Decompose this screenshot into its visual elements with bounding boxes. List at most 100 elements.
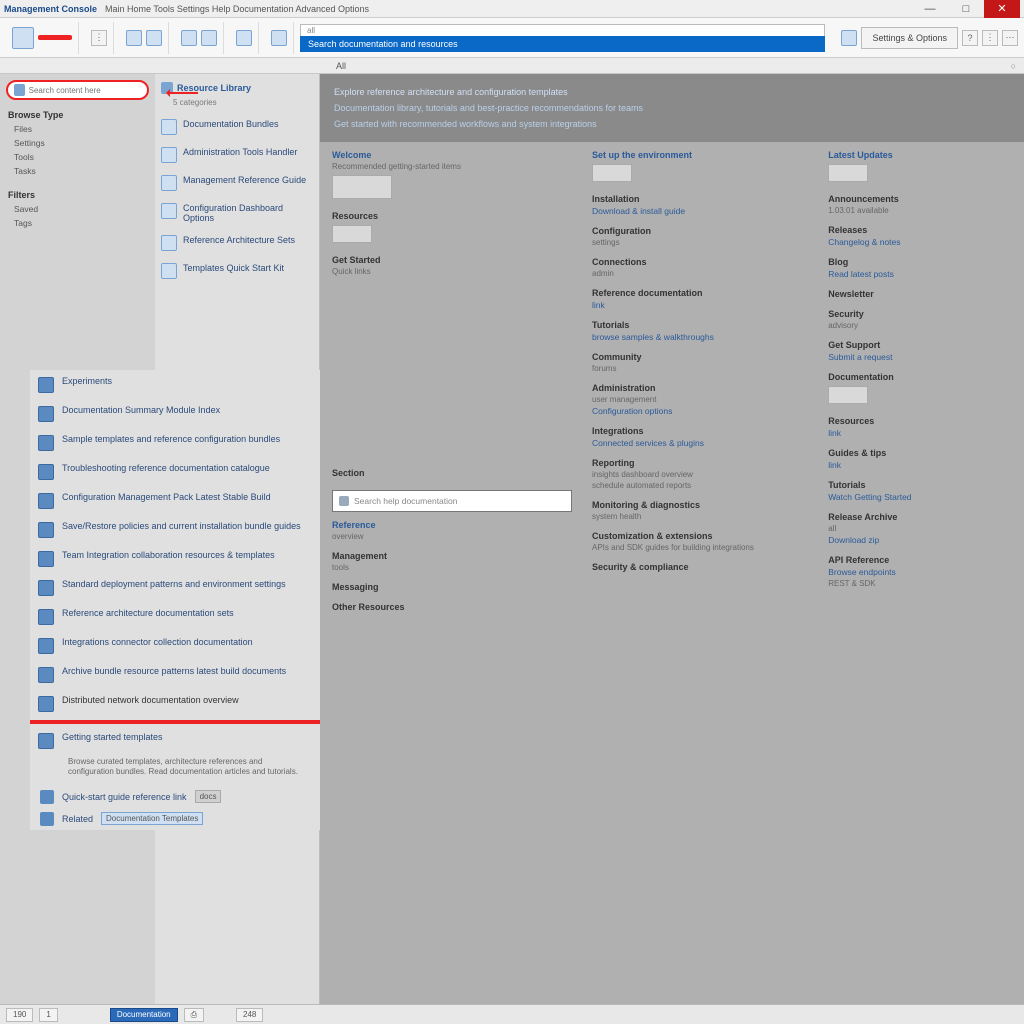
list-description: Browse curated templates, architecture r… bbox=[30, 755, 320, 786]
status-mode[interactable]: Documentation bbox=[110, 1008, 178, 1022]
link[interactable]: link bbox=[828, 460, 1012, 470]
thumbnail[interactable] bbox=[828, 386, 868, 404]
list-item[interactable]: Documentation Summary Module Index bbox=[30, 399, 320, 428]
search-selected-label[interactable]: Search documentation and resources bbox=[300, 36, 825, 52]
doc-icon bbox=[38, 580, 54, 596]
sidebar-search-annotated[interactable] bbox=[6, 80, 149, 100]
link[interactable]: Watch Getting Started bbox=[828, 492, 1012, 502]
col2-mon: Monitoring & diagnostics bbox=[592, 500, 808, 510]
list-item[interactable]: Distributed network documentation overvi… bbox=[30, 689, 320, 718]
col3-guides: Guides & tips bbox=[828, 448, 1012, 458]
tab-close-icon[interactable]: ○ bbox=[1011, 61, 1016, 71]
col2-config: Configuration bbox=[592, 226, 808, 236]
link[interactable]: link bbox=[592, 300, 808, 310]
list-item[interactable]: Standard deployment patterns and environ… bbox=[30, 573, 320, 602]
user-icon[interactable] bbox=[841, 30, 857, 46]
thumbnail[interactable] bbox=[332, 225, 372, 243]
sidebar-search-input[interactable] bbox=[29, 86, 141, 95]
minimize-button[interactable]: — bbox=[912, 0, 948, 18]
list-item[interactable]: Troubleshooting reference documentation … bbox=[30, 457, 320, 486]
doc-icon bbox=[38, 406, 54, 422]
lower-list-panel: Experiments Documentation Summary Module… bbox=[30, 370, 320, 830]
list-item[interactable]: Configuration Management Pack Latest Sta… bbox=[30, 486, 320, 515]
doc-icon bbox=[38, 493, 54, 509]
resource-item[interactable]: Management Reference Guide bbox=[155, 169, 319, 197]
grid-icon[interactable] bbox=[271, 30, 287, 46]
resource-item[interactable]: Reference Architecture Sets bbox=[155, 229, 319, 257]
overflow-button[interactable]: ⋯ bbox=[1002, 30, 1018, 46]
view-1-icon[interactable] bbox=[181, 30, 197, 46]
thumbnail[interactable] bbox=[332, 175, 392, 199]
nav-item[interactable]: Tasks bbox=[0, 164, 155, 178]
sub: insights dashboard overview bbox=[592, 470, 808, 479]
resource-item[interactable]: Administration Tools Handler bbox=[155, 141, 319, 169]
link[interactable]: browse samples & walkthroughs bbox=[592, 332, 808, 342]
section-hdr: Section bbox=[332, 468, 572, 478]
sub: settings bbox=[592, 238, 808, 247]
sub: schedule automated reports bbox=[592, 481, 808, 490]
list-item[interactable]: Archive bundle resource patterns latest … bbox=[30, 660, 320, 689]
link[interactable]: Download zip bbox=[828, 535, 1012, 545]
page-counter[interactable]: 190 bbox=[6, 1008, 33, 1022]
home-icon[interactable] bbox=[12, 27, 34, 49]
gear-icon bbox=[161, 203, 177, 219]
col3-updates: Latest Updates bbox=[828, 150, 1012, 160]
col3-res: Resources bbox=[828, 416, 1012, 426]
resource-item[interactable]: Templates Quick Start Kit bbox=[155, 257, 319, 285]
list-item[interactable]: Reference architecture documentation set… bbox=[30, 602, 320, 631]
nav-item[interactable]: Tools bbox=[0, 150, 155, 164]
list-item[interactable]: Team Integration collaboration resources… bbox=[30, 544, 320, 573]
layout-2-icon[interactable] bbox=[146, 30, 162, 46]
more-button[interactable]: ⋮ bbox=[982, 30, 998, 46]
nav-item[interactable]: Files bbox=[0, 122, 155, 136]
annotation-underline-icon bbox=[38, 35, 72, 40]
resource-item[interactable]: Configuration Dashboard Options bbox=[155, 197, 319, 229]
list-item[interactable]: Save/Restore policies and current instal… bbox=[30, 515, 320, 544]
nav-item[interactable]: Settings bbox=[0, 136, 155, 150]
col3-rel: Releases bbox=[828, 225, 1012, 235]
search-scope-label: all bbox=[300, 24, 825, 36]
doc-icon bbox=[38, 435, 54, 451]
view-2-icon[interactable] bbox=[201, 30, 217, 46]
sub: APIs and SDK guides for building integra… bbox=[592, 543, 808, 552]
thumbnail[interactable] bbox=[592, 164, 632, 182]
col2-comm: Community bbox=[592, 352, 808, 362]
sub: user management bbox=[592, 395, 808, 404]
resource-item[interactable]: Documentation Bundles bbox=[155, 113, 319, 141]
col3-arch: Release Archive bbox=[828, 512, 1012, 522]
close-button[interactable]: ✕ bbox=[984, 0, 1020, 18]
link[interactable]: Connected services & plugins bbox=[592, 438, 808, 448]
link[interactable]: Changelog & notes bbox=[828, 237, 1012, 247]
link[interactable]: Configuration options bbox=[592, 406, 808, 416]
link[interactable]: Submit a request bbox=[828, 352, 1012, 362]
footer-link-row[interactable]: Quick-start guide reference link docs bbox=[30, 786, 320, 808]
help-search-box[interactable]: Search help documentation bbox=[332, 490, 572, 512]
settings-button[interactable]: Settings & Options bbox=[861, 27, 958, 49]
toolbar-button[interactable]: ⋮ bbox=[91, 30, 107, 46]
resource-panel-sub: 5 categories bbox=[155, 96, 319, 113]
col2-conn: Connections bbox=[592, 257, 808, 267]
nav-item[interactable]: Tags bbox=[0, 216, 155, 230]
doc-icon bbox=[38, 464, 54, 480]
help-button[interactable]: ? bbox=[962, 30, 978, 46]
tab-all[interactable]: All bbox=[336, 61, 346, 71]
list-item[interactable]: Sample templates and reference configura… bbox=[30, 428, 320, 457]
doc-title: Main Home Tools Settings Help Documentat… bbox=[97, 4, 912, 14]
col2-int: Integrations bbox=[592, 426, 808, 436]
nav-item[interactable]: Saved bbox=[0, 202, 155, 216]
link[interactable]: Browse endpoints bbox=[828, 567, 1012, 577]
link[interactable]: link bbox=[828, 428, 1012, 438]
list-item-after[interactable]: Getting started templates bbox=[30, 726, 320, 755]
related-box[interactable]: Documentation Templates bbox=[101, 812, 203, 825]
maximize-button[interactable]: □ bbox=[948, 0, 984, 18]
list-item[interactable]: Integrations connector collection docume… bbox=[30, 631, 320, 660]
template-icon bbox=[161, 263, 177, 279]
link[interactable]: Read latest posts bbox=[828, 269, 1012, 279]
link[interactable]: Download & install guide bbox=[592, 206, 808, 216]
list-icon[interactable] bbox=[236, 30, 252, 46]
ribbon-search[interactable]: all Search documentation and resources bbox=[300, 24, 825, 52]
col2-ref: Reference documentation bbox=[592, 288, 808, 298]
thumbnail[interactable] bbox=[828, 164, 868, 182]
col2-sec: Security & compliance bbox=[592, 562, 808, 572]
layout-1-icon[interactable] bbox=[126, 30, 142, 46]
